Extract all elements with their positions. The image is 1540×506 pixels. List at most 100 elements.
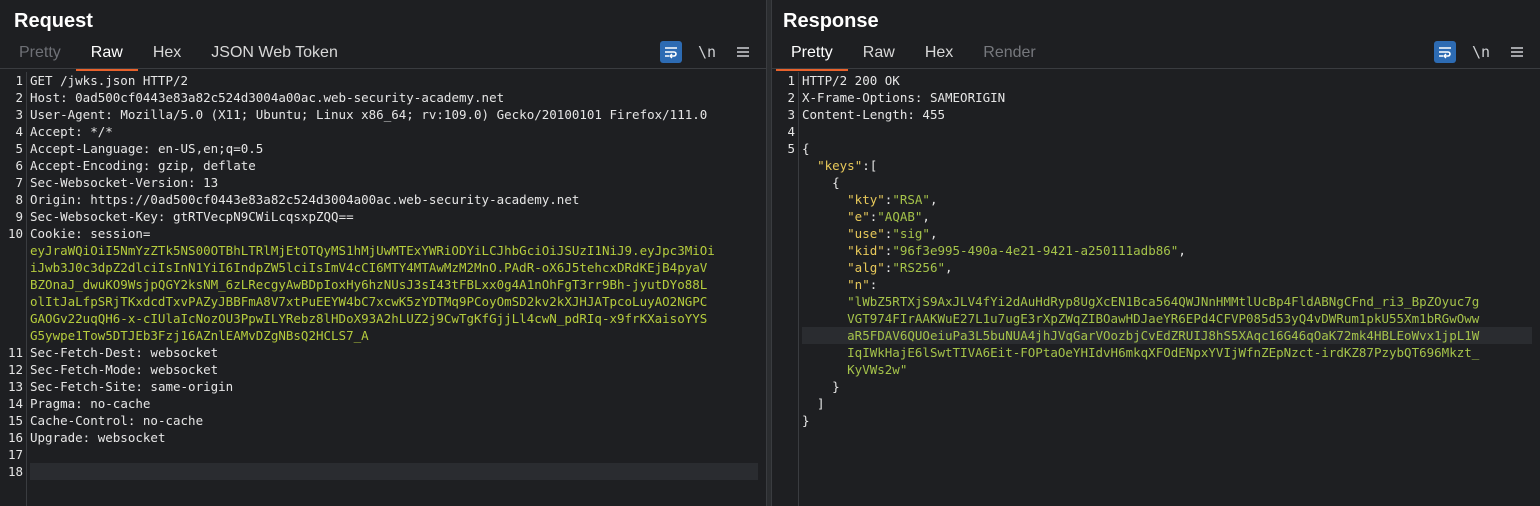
punct: , [922,209,930,224]
line-number [772,361,798,378]
tab-raw[interactable]: Raw [848,40,910,68]
code-line[interactable]: { [802,140,1532,157]
wrap-icon[interactable] [660,41,682,63]
tab-hex[interactable]: Hex [138,40,196,68]
header-value: gzip, deflate [157,158,256,173]
code-line[interactable]: "use":"sig", [802,225,1532,242]
line-number [772,395,798,412]
line-number: 7 [15,175,23,190]
header-name: GET /jwks.json HTTP/2 [30,73,189,88]
header-name: Cookie: [30,226,91,241]
code-line[interactable] [30,463,758,480]
newline-icon[interactable]: \n [1470,41,1492,63]
code-line[interactable]: { [802,174,1532,191]
menu-icon[interactable] [732,41,754,63]
code-line[interactable]: "lWbZ5RTXjS9AxJLV4fYi2dAuHdRyp8UgXcEN1Bc… [802,293,1532,310]
request-editor[interactable]: 1 2 3 4 5 6 7 8 9 10 11 12 13 14 15 16 17 18 GET /jwks.js… [0,70,758,506]
header-value: olItJaLfpSRjTKxdcdTxvPAZyJBBFmA8V7xtPuEE… [30,294,708,309]
code-line[interactable]: Content-Length: 455 [802,106,1532,123]
line-number: 18 [7,464,23,479]
json-value: "sig" [892,226,930,241]
code-line[interactable]: BZOnaJ_dwuKO9WsjpQGY2ksNM_6zLRecgyAwBDpI… [30,276,758,293]
code-line[interactable]: "kid":"96f3e995-490a-4e21-9421-a250111ad… [802,242,1532,259]
code-line[interactable]: KyVWs2w" [802,361,1532,378]
code-line[interactable]: Pragma: no-cache [30,395,758,412]
code-line[interactable]: X-Frame-Options: SAMEORIGIN [802,89,1532,106]
wrap-icon[interactable] [1434,41,1456,63]
code-line[interactable]: Accept-Encoding: gzip, deflate [30,157,758,174]
tab-raw[interactable]: Raw [75,40,138,71]
code-line[interactable]: GAOGv22uqQH6-x-cIUlaIcNozOU3PpwILYRebz8l… [30,310,758,327]
code-line[interactable]: GET /jwks.json HTTP/2 [30,72,758,89]
header-value: session= [90,226,151,241]
json-value: KyVWs2w" [847,362,908,377]
header-value: iJwb3J0c3dpZ2dlciIsInN1YiI6IndpZW5lciIsI… [30,260,708,275]
code-line[interactable]: VGT974FIrAAKWuE27L1u7ugE3rXpZWqZIBOawHDJ… [802,310,1532,327]
code-line[interactable]: Host: 0ad500cf0443e83a82c524d3004a00ac.w… [30,89,758,106]
line-number: 3 [15,107,23,122]
line-number [772,208,798,225]
code-line[interactable]: ] [802,395,1532,412]
code-line[interactable]: eyJraWQiOiI5NmYzZTk5NS00OTBhLTRlMjEtOTQy… [30,242,758,259]
code-line[interactable] [802,123,1532,140]
code-line[interactable]: Accept: */* [30,123,758,140]
menu-icon[interactable] [1506,41,1528,63]
code-line[interactable]: Sec-Fetch-Dest: websocket [30,344,758,361]
punct: , [945,260,953,275]
code-line[interactable]: User-Agent: Mozilla/5.0 (X11; Ubuntu; Li… [30,106,758,123]
code-line[interactable]: "alg":"RS256", [802,259,1532,276]
line-number: 12 [7,362,23,377]
response-pretty-text[interactable]: HTTP/2 200 OK X-Frame-Options: SAMEORIGIN… [802,72,1532,429]
punct: , [1178,243,1186,258]
header-value: Mozilla/5.0 (X11; Ubuntu; Linux x86_64; … [120,107,708,122]
header-value: no-cache [90,396,151,411]
code-line[interactable]: olItJaLfpSRjTKxdcdTxvPAZyJBBFmA8V7xtPuEE… [30,293,758,310]
code-line[interactable]: "e":"AQAB", [802,208,1532,225]
code-line[interactable]: HTTP/2 200 OK [802,72,1532,89]
code-line[interactable]: Sec-Fetch-Mode: websocket [30,361,758,378]
tab-json-web-token[interactable]: JSON Web Token [196,40,353,68]
code-line[interactable]: Accept-Language: en-US,en;q=0.5 [30,140,758,157]
tab-hex[interactable]: Hex [910,40,968,68]
request-raw-text[interactable]: GET /jwks.json HTTP/2 Host: 0ad500cf0443e… [30,72,758,480]
tab-pretty[interactable]: Pretty [776,40,848,71]
header-value: en-US,en;q=0.5 [157,141,264,156]
json-key: "alg" [847,260,885,275]
code-line[interactable]: Sec-Websocket-Version: 13 [30,174,758,191]
code-line[interactable]: Origin: https://0ad500cf0443e83a82c524d3… [30,191,758,208]
code-line[interactable]: } [802,412,1532,429]
tab-render[interactable]: Render [968,40,1050,68]
code-line[interactable]: Upgrade: websocket [30,429,758,446]
code-line[interactable]: Cookie: session= [30,225,758,242]
line-number: 1 [787,73,795,88]
code-line[interactable]: IqIWkHajE6lSwtTIVA6Eit-FOPtaOeYHIdvH6mkq… [802,344,1532,361]
code-line[interactable]: iJwb3J0c3dpZ2dlciIsInN1YiI6IndpZW5lciIsI… [30,259,758,276]
code-line[interactable]: "keys":[ [802,157,1532,174]
newline-icon[interactable]: \n [696,41,718,63]
code-line[interactable]: Sec-Fetch-Site: same-origin [30,378,758,395]
header-name: Sec-Fetch-Site: [30,379,151,394]
header-value: SAMEORIGIN [929,90,1006,105]
line-number: 17 [7,447,23,462]
code-line[interactable] [30,446,758,463]
code-line[interactable]: "kty":"RSA", [802,191,1532,208]
header-value: websocket [150,345,219,360]
code-line[interactable]: Cache-Control: no-cache [30,412,758,429]
code-line[interactable]: } [802,378,1532,395]
code-line[interactable]: Sec-Websocket-Key: gtRTVecpN9CWiLcqsxpZQ… [30,208,758,225]
tab-pretty[interactable]: Pretty [4,40,76,68]
line-number [772,276,798,293]
line-number: 11 [7,345,23,360]
json-key: "kty" [847,192,885,207]
header-value: 0ad500cf0443e83a82c524d3004a00ac.web-sec… [75,90,505,105]
code-line[interactable]: "n": [802,276,1532,293]
line-number [772,259,798,276]
code-line[interactable]: aR5FDAV6QUOeiuPa3L5buNUA4jhJVqGarVOozbjC… [802,327,1532,344]
response-editor[interactable]: 12345 HTTP/2 200 OK X-Frame-Options: SAME… [772,70,1532,506]
code-line[interactable]: G5ywpe1Tow5DTJEb3Fzj16AZnlEAMvDZgNBsQ2HC… [30,327,758,344]
